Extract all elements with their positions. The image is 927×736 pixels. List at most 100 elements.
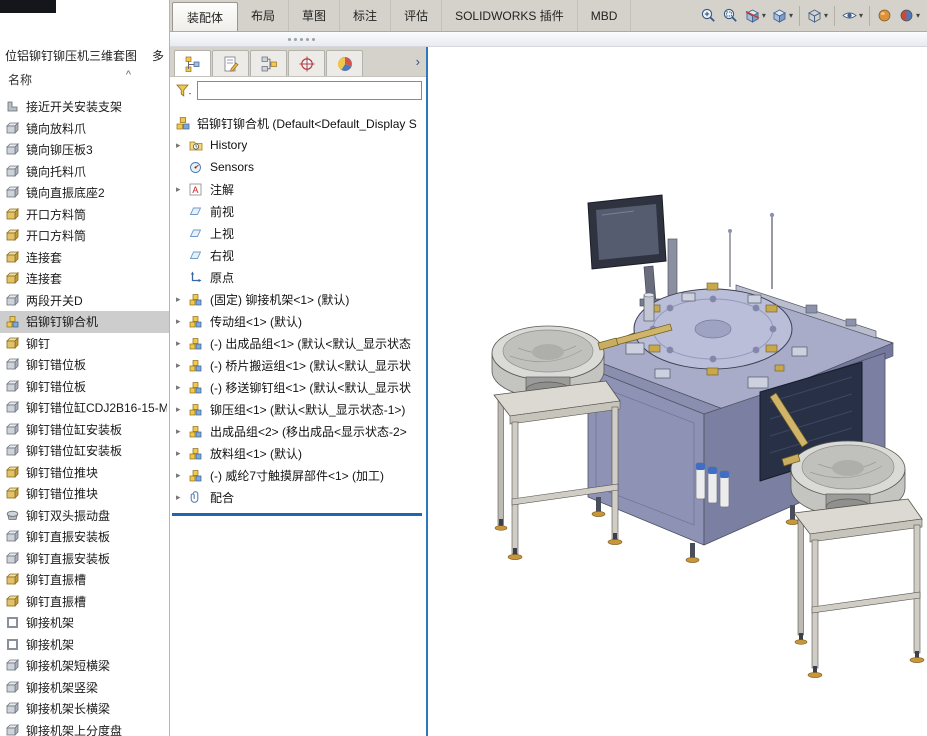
part-name-label: 镜向托料爪 (26, 163, 86, 180)
dropdown-caret-icon[interactable]: ▾ (859, 11, 863, 20)
expand-arrow-icon[interactable]: ▸ (176, 316, 189, 327)
display-style-button[interactable]: ▾ (804, 6, 830, 25)
expand-arrow-icon[interactable]: ▸ (176, 382, 189, 393)
expand-arrow-icon[interactable]: ▸ (176, 492, 189, 503)
expand-arrow-icon[interactable]: ▸ (176, 140, 189, 151)
name-column-header[interactable]: 名称 ^ (0, 66, 169, 92)
feature-tree-item[interactable]: ▸(固定) 铆接机架<1> (默认) (176, 288, 426, 310)
feature-tree-item[interactable]: ▸传动组<1> (默认) (176, 310, 426, 332)
parts-list-item[interactable]: 铆钉错位板 (0, 376, 169, 398)
zoom-in-button[interactable] (698, 6, 719, 25)
expand-arrow-icon[interactable]: ▸ (176, 360, 189, 371)
propertymanager-tab[interactable] (212, 50, 249, 76)
expand-arrow-icon[interactable]: ▸ (176, 470, 189, 481)
ribbon-tab[interactable]: SOLIDWORKS 插件 (442, 0, 578, 31)
window-titlebar-fragment (0, 0, 56, 13)
expand-arrow-icon[interactable]: ▸ (176, 184, 189, 195)
parts-list-item[interactable]: 铆接机架 (0, 612, 169, 634)
parts-list-item[interactable]: 铆钉错位推块 (0, 483, 169, 505)
feature-tree-item[interactable]: ▸铆压组<1> (默认<默认_显示状态-1>) (176, 398, 426, 420)
parts-list-item[interactable]: 镜向托料爪 (0, 161, 169, 183)
parts-list-item[interactable]: 连接套 (0, 268, 169, 290)
parts-list-item[interactable]: 连接套 (0, 247, 169, 269)
panel-flyout-chevron-icon[interactable]: › (416, 54, 420, 69)
ribbon-tab[interactable]: 草图 (289, 0, 340, 31)
parts-list-item[interactable]: 铆钉双头振动盘 (0, 505, 169, 527)
parts-list-item[interactable]: 镜向放料爪 (0, 118, 169, 140)
feature-tree-item[interactable]: 右视 (176, 244, 426, 266)
parts-list-item[interactable]: 开口方料筒 (0, 225, 169, 247)
feature-tree-item[interactable]: ▸(-) 移送铆钉组<1> (默认<默认_显示状 (176, 376, 426, 398)
dropdown-caret-icon[interactable]: ▾ (762, 11, 766, 20)
parts-list-item[interactable]: 铆钉错位缸安装板 (0, 419, 169, 441)
dropdown-caret-icon[interactable]: ▾ (824, 11, 828, 20)
expand-arrow-icon[interactable]: ▸ (176, 448, 189, 459)
rollback-bar[interactable] (172, 513, 422, 516)
configurationmanager-tab[interactable] (250, 50, 287, 76)
parts-list-item[interactable]: 铆钉 (0, 333, 169, 355)
parts-list-item[interactable]: 铆钉直振槽 (0, 569, 169, 591)
feature-tree-item[interactable]: ▸放料组<1> (默认) (176, 442, 426, 464)
ribbon-tab[interactable]: 布局 (238, 0, 289, 31)
dropdown-caret-icon[interactable]: ▾ (916, 11, 920, 20)
appearance-button[interactable] (874, 6, 895, 25)
parts-list-item[interactable]: 两段开关D (0, 290, 169, 312)
feature-tree-item[interactable]: ▸A注解 (176, 178, 426, 200)
zoom-area-button[interactable] (720, 6, 741, 25)
parts-list-item[interactable]: 铆接机架 (0, 634, 169, 656)
parts-list-item[interactable]: 铆钉直振槽 (0, 591, 169, 613)
panel-drag-grip[interactable] (288, 38, 315, 41)
parts-list-item[interactable]: 铆钉错位推块 (0, 462, 169, 484)
filter-funnel-icon[interactable] (175, 83, 193, 99)
parts-list-item[interactable]: 铆接机架竖梁 (0, 677, 169, 699)
feature-tree-item[interactable]: 原点 (176, 266, 426, 288)
parts-list-item[interactable]: 铆接机架上分度盘 (0, 720, 169, 736)
expand-arrow-icon[interactable]: ▸ (176, 404, 189, 415)
parts-list-item[interactable]: 铆接机架长横梁 (0, 698, 169, 720)
dropdown-caret-icon[interactable]: ▾ (789, 11, 793, 20)
feature-tree-item[interactable]: ▸配合 (176, 486, 426, 508)
feature-tree-item[interactable]: 前视 (176, 200, 426, 222)
ribbon-tab[interactable]: 标注 (340, 0, 391, 31)
feature-tree-item[interactable]: ▸History (176, 134, 426, 156)
hide-show-button[interactable]: ▾ (839, 6, 865, 25)
dimxpertmanager-tab[interactable] (288, 50, 325, 76)
render-ball-button[interactable]: ▾ (896, 6, 922, 25)
ribbon-tab[interactable]: 评估 (391, 0, 442, 31)
part-name-label: 镜向放料爪 (26, 120, 86, 137)
parts-list-item[interactable]: 铆钉错位缸CDJ2B16-15-M (0, 397, 169, 419)
feature-tree-item[interactable]: ▸出成品组<2> (移出成品<显示状态-2> (176, 420, 426, 442)
feature-tree-item[interactable]: 铝铆钉铆合机 (Default<Default_Display S (176, 112, 426, 134)
parts-list-item[interactable]: 铆钉错位缸安装板 (0, 440, 169, 462)
feature-tree-item[interactable]: 上视 (176, 222, 426, 244)
feature-tree-item[interactable]: ▸(-) 出成品组<1> (默认<默认_显示状态 (176, 332, 426, 354)
part-name-label: 连接套 (26, 249, 62, 266)
explorer-more-label[interactable]: 多 (152, 47, 164, 64)
section-view-button[interactable]: ▾ (742, 6, 768, 25)
asm-root-icon (176, 116, 193, 131)
parts-list-item[interactable]: 铆钉直振安装板 (0, 526, 169, 548)
feature-filter-input[interactable] (197, 81, 422, 100)
feature-tree-item[interactable]: ▸(-) 桥片搬运组<1> (默认<默认_显示状 (176, 354, 426, 376)
expand-arrow-icon[interactable]: ▸ (176, 426, 189, 437)
parts-list-item[interactable]: 铆钉错位板 (0, 354, 169, 376)
ribbon-tab[interactable]: MBD (578, 0, 632, 31)
view-orientation-button[interactable]: ▾ (769, 6, 795, 25)
feature-tree-item[interactable]: ▸(-) 威纶7寸触摸屏部件<1> (加工) (176, 464, 426, 486)
expand-arrow-icon[interactable]: ▸ (176, 338, 189, 349)
feature-tree-item[interactable]: Sensors (176, 156, 426, 178)
parts-list-item[interactable]: 开口方料筒 (0, 204, 169, 226)
collapse-caret-icon[interactable]: ^ (126, 69, 131, 81)
parts-list-item[interactable]: 铆钉直振安装板 (0, 548, 169, 570)
displaymanager-tab[interactable] (326, 50, 363, 76)
parts-list-item[interactable]: 镜向铆压板3 (0, 139, 169, 161)
parts-list-item[interactable]: 镜向直振底座2 (0, 182, 169, 204)
part-name-label: 铆接机架竖梁 (26, 679, 98, 696)
expand-arrow-icon[interactable]: ▸ (176, 294, 189, 305)
parts-list-item[interactable]: 铆接机架短横梁 (0, 655, 169, 677)
featuremanager-tab[interactable] (174, 50, 211, 76)
parts-list-item[interactable]: 铝铆钉铆合机 (0, 311, 169, 333)
parts-list-item[interactable]: 接近开关安装支架 (0, 96, 169, 118)
ribbon-tab[interactable]: 装配体 (172, 2, 238, 31)
graphics-area[interactable] (430, 47, 927, 736)
